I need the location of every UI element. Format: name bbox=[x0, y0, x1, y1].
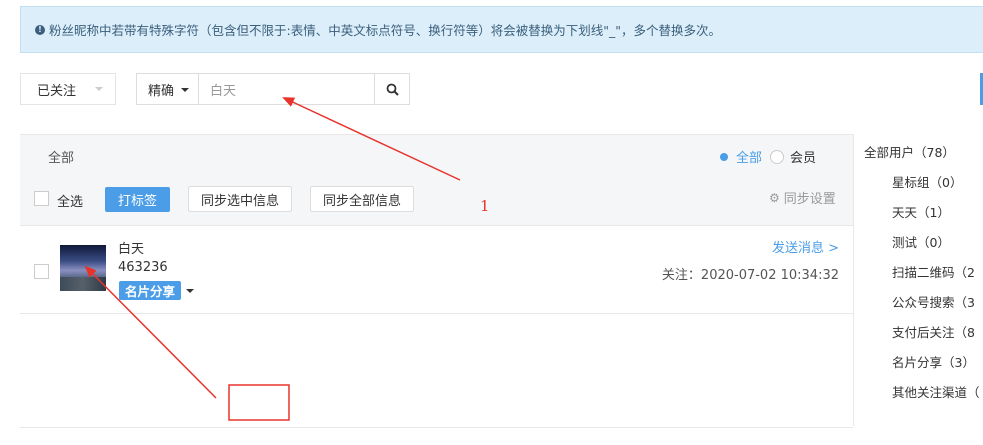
annotation-box bbox=[228, 384, 290, 421]
annotation-arrow-search bbox=[282, 97, 461, 181]
annotation-arrow-avatar bbox=[84, 265, 217, 399]
annotation-label-1: 1 bbox=[480, 197, 490, 215]
annotation-overlay: 1 bbox=[84, 97, 490, 421]
